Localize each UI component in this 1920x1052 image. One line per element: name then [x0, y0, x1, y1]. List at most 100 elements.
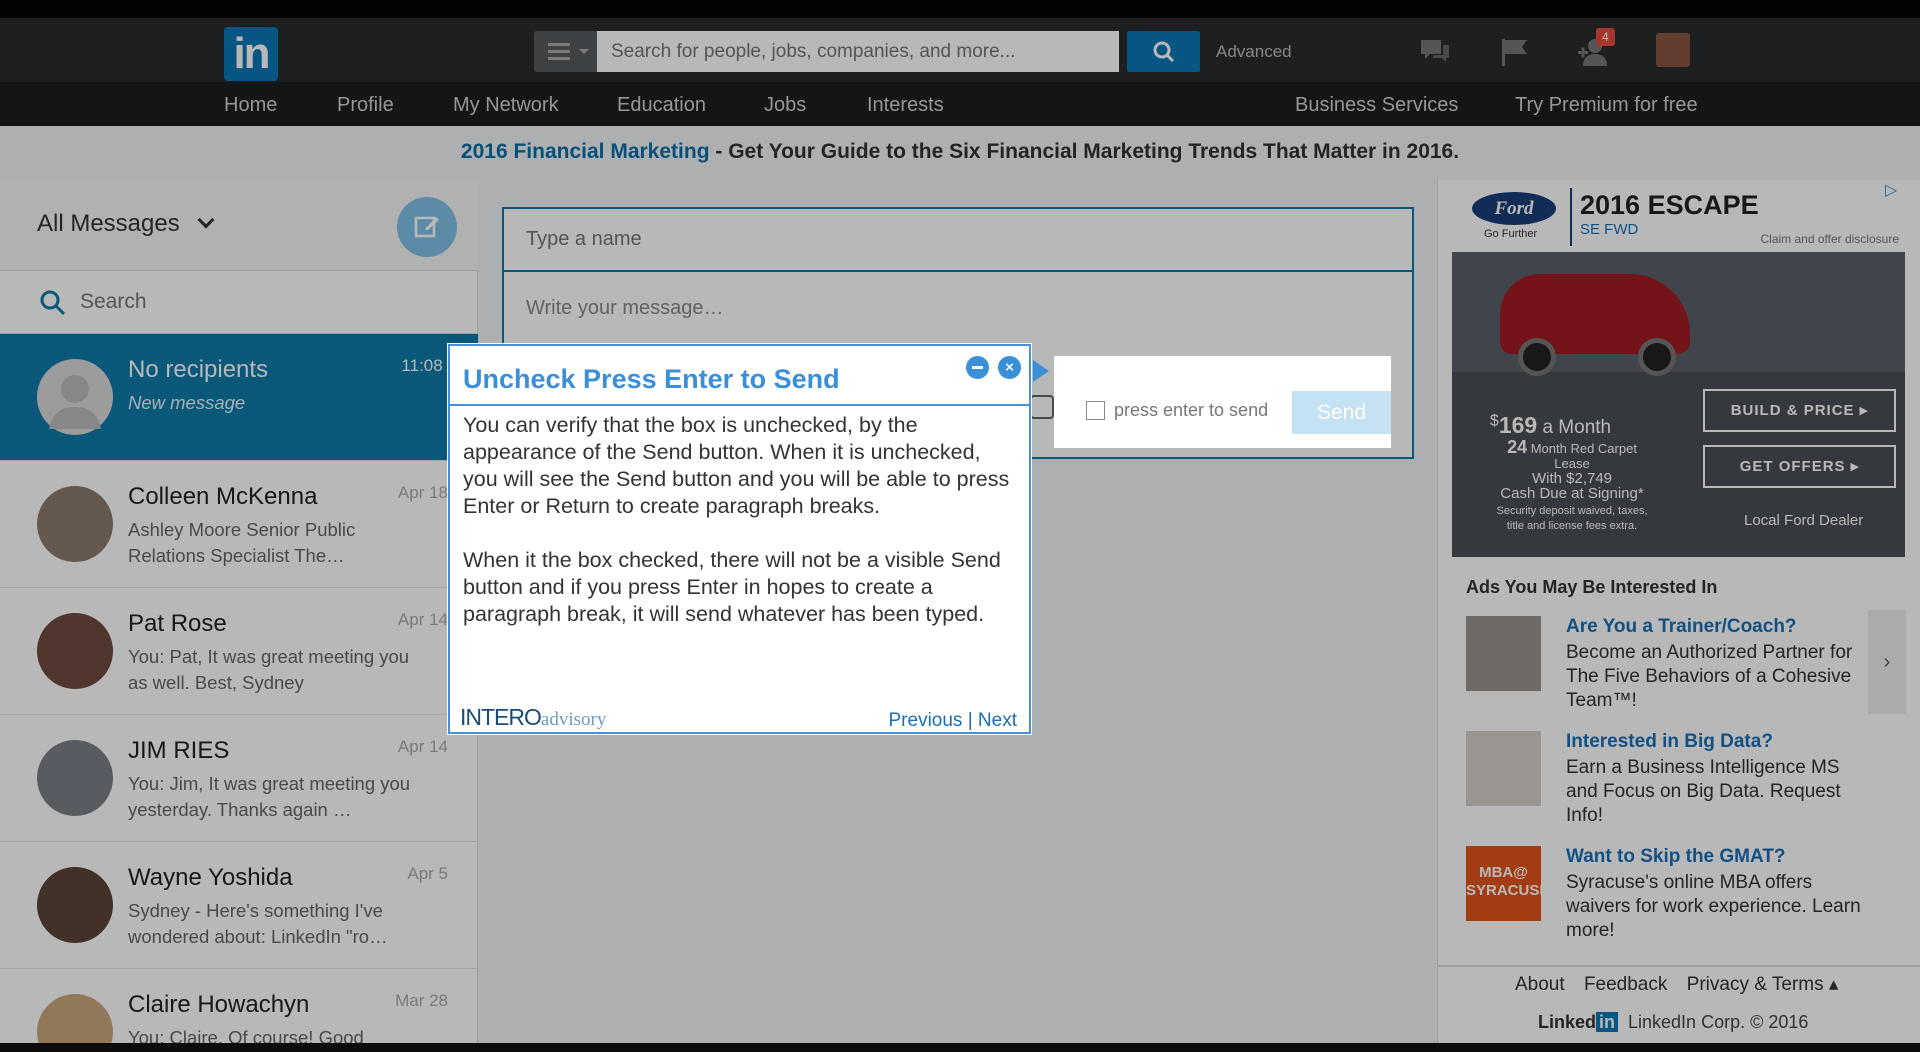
emoji-icon[interactable] [1030, 395, 1054, 419]
footer-privacy-terms[interactable]: Privacy & Terms ▴ [1687, 974, 1839, 995]
brand-main: INTERO [460, 704, 542, 730]
send-controls: press enter to send Send [1054, 356, 1391, 448]
ad-title[interactable]: Are You a Trainer/Coach? [1566, 616, 1797, 638]
avatar [37, 867, 113, 943]
thread-date: Apr 5 [407, 864, 448, 883]
recipient-input[interactable] [504, 209, 1412, 272]
footer-brand: Linked [1538, 1012, 1597, 1032]
main-nav: Home Profile My Network Education Jobs I… [0, 82, 1920, 126]
all-messages-filter[interactable]: All Messages [37, 210, 180, 238]
press-enter-label[interactable]: press enter to send [1114, 400, 1268, 421]
lease-line: 24 Month Red Carpet Lease [1492, 438, 1652, 471]
search-icon [40, 290, 66, 316]
thread-snippet: You: Pat, It was great meeting you as we… [128, 646, 410, 693]
tooltip-title: Uncheck Press Enter to Send [463, 364, 840, 394]
nav-business-services[interactable]: Business Services [1295, 94, 1458, 117]
brand-sub: advisory [540, 709, 607, 730]
ads-heading: Ads You May Be Interested In [1466, 577, 1718, 597]
nav-try-premium[interactable]: Try Premium for free [1515, 94, 1698, 117]
previous-link[interactable]: Previous [889, 710, 963, 731]
menu-button[interactable] [534, 31, 597, 72]
message-search-input[interactable] [80, 285, 460, 319]
right-sidebar: Ford Go Further 2016 ESCAPE SE FWD Claim… [1437, 180, 1920, 1052]
ford-lease-terms: 24 Month Red Carpet Lease With $2,749 Ca… [1492, 438, 1652, 534]
thread-name: Colleen McKenna [128, 483, 318, 510]
close-icon[interactable]: × [998, 356, 1021, 379]
thread-item[interactable]: Pat Rose You: Pat, It was great meeting … [0, 588, 478, 715]
profile-avatar[interactable] [1656, 33, 1690, 67]
thread-date: Apr 14 [397, 737, 448, 756]
menu-icon [548, 43, 570, 46]
nav-separator: | [967, 710, 973, 731]
ad-image: MBA@ SYRACUSE [1466, 846, 1549, 921]
car-wheel [1518, 338, 1556, 376]
press-enter-checkbox[interactable] [1086, 401, 1105, 420]
nav-interests[interactable]: Interests [867, 94, 944, 117]
ad-image [1466, 731, 1541, 806]
linkedin-logo[interactable]: in [224, 27, 278, 81]
search-button[interactable] [1127, 31, 1200, 72]
message-search [0, 270, 478, 334]
minimize-icon[interactable] [966, 356, 989, 379]
message-list-panel: All Messages No recipients New message 1… [0, 180, 478, 1052]
footer-about[interactable]: About [1515, 974, 1565, 995]
build-price-button[interactable]: BUILD & PRICE ▸ [1703, 389, 1896, 432]
intero-advisory-logo: INTEROadvisory [460, 704, 606, 731]
ad-text: Syracuse's online MBA offers waivers for… [1566, 872, 1861, 941]
person-placeholder-icon [49, 375, 101, 429]
car-wheel [1638, 338, 1676, 376]
avatar [37, 740, 113, 816]
nav-education[interactable]: Education [617, 94, 706, 117]
promo-highlight[interactable]: 2016 Financial Marketing [461, 140, 710, 163]
ford-price: $169 a Month [1490, 412, 1611, 439]
send-button[interactable]: Send [1292, 391, 1391, 434]
lease-cash: Cash Due at Signing* [1500, 485, 1644, 502]
pencil-icon [414, 216, 439, 238]
ford-model: 2016 ESCAPE [1580, 190, 1759, 220]
compose-button[interactable] [397, 197, 457, 257]
adchoices-icon[interactable]: ▷ [1885, 180, 1903, 199]
message-list-header: All Messages [0, 180, 478, 270]
ad-text: Earn a Business Intelligence MS and Focu… [1566, 757, 1841, 826]
nav-jobs[interactable]: Jobs [764, 94, 806, 117]
ford-ad[interactable]: Ford Go Further 2016 ESCAPE SE FWD Claim… [1452, 180, 1905, 557]
nav-profile[interactable]: Profile [337, 94, 394, 117]
messages-icon[interactable] [1418, 35, 1452, 69]
next-link[interactable]: Next [978, 710, 1017, 731]
chevron-down-icon[interactable] [197, 211, 215, 229]
ad-title[interactable]: Want to Skip the GMAT? [1566, 846, 1786, 868]
price-unit: a Month [1537, 417, 1612, 438]
thread-item[interactable]: Colleen McKenna Ashley Moore Senior Publ… [0, 461, 478, 588]
nav-home[interactable]: Home [224, 94, 277, 117]
tooltip-arrow [1033, 360, 1060, 382]
ads-next-button[interactable]: › [1868, 610, 1906, 714]
avatar [37, 486, 113, 562]
bottom-edge [0, 1043, 1920, 1052]
global-search-input[interactable] [597, 31, 1119, 72]
tooltip-nav: Previous | Next [889, 710, 1018, 732]
flag-icon[interactable] [1497, 35, 1531, 69]
thread-snippet: Sydney - Here's something I've wondered … [128, 900, 388, 947]
divider [1570, 188, 1572, 246]
ford-dealer: Local Ford Dealer [1744, 512, 1864, 529]
ad-image [1466, 616, 1541, 691]
copyright-text: LinkedIn Corp. © 2016 [1628, 1012, 1809, 1032]
ad-title[interactable]: Interested in Big Data? [1566, 731, 1773, 753]
footer-feedback[interactable]: Feedback [1584, 974, 1667, 995]
tooltip-paragraph: When it the box checked, there will not … [463, 548, 1001, 626]
get-offers-button[interactable]: GET OFFERS ▸ [1703, 445, 1896, 488]
promo-banner[interactable]: 2016 Financial Marketing - Get Your Guid… [0, 140, 1920, 164]
copyright: Linked in LinkedIn Corp. © 2016 [1538, 1012, 1808, 1033]
thread-name: JIM RIES [128, 737, 230, 764]
divider [450, 404, 1029, 406]
thread-item[interactable]: No recipients New message 11:08 AM × [0, 334, 478, 461]
thread-name: Claire Howachyn [128, 991, 310, 1018]
thread-snippet: New message [128, 392, 246, 413]
ford-disclosure-link[interactable]: Claim and offer disclosure [1760, 232, 1899, 246]
advanced-search-link[interactable]: Advanced [1216, 42, 1292, 62]
thread-item[interactable]: Wayne Yoshida Sydney - Here's something … [0, 842, 478, 969]
nav-my-network[interactable]: My Network [453, 94, 559, 117]
thread-item[interactable]: Claire Howachyn You: Claire, Of course! … [0, 969, 478, 1052]
thread-item[interactable]: JIM RIES You: Jim, It was great meeting … [0, 715, 478, 842]
message-body-input[interactable]: Write your message… [526, 297, 723, 320]
